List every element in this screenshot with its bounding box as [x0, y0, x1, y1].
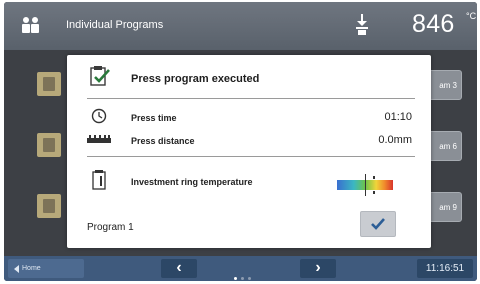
clock-icon: [91, 108, 107, 124]
press-distance-label: Press distance: [131, 136, 195, 146]
furnace-temperature: 846: [412, 10, 455, 38]
program-icon[interactable]: [37, 72, 61, 96]
divider: [87, 156, 415, 157]
back-arrow-icon: [14, 265, 19, 273]
checklist-check-icon: [90, 66, 110, 86]
users-icon[interactable]: [20, 16, 42, 34]
program-name: Program 1: [87, 222, 134, 233]
page-dot: [248, 277, 251, 280]
app-frame: Individual Programs 846 °C am 3 am 6 am …: [4, 2, 477, 281]
press-down-icon: [356, 14, 368, 35]
press-result-dialog: Press program executed Press time 01:10 …: [67, 55, 431, 248]
program-icon[interactable]: [37, 133, 61, 157]
home-button[interactable]: Home: [8, 259, 84, 278]
page-dot: [234, 277, 237, 280]
footer-bar: Home ‹ › 11:16:51: [4, 256, 477, 281]
page-dot: [241, 277, 244, 280]
page-indicator: [234, 267, 255, 281]
dialog-title: Press program executed: [131, 73, 260, 85]
header-bar: Individual Programs 846 °C: [4, 2, 477, 50]
next-page-button[interactable]: ›: [300, 259, 336, 278]
page-title: Individual Programs: [66, 19, 164, 31]
temperature-scale-icon: [337, 174, 393, 196]
program-icon[interactable]: [37, 194, 61, 218]
investment-ring-icon: [92, 170, 106, 190]
temperature-unit: °C: [466, 11, 477, 21]
previous-page-button[interactable]: ‹: [161, 259, 197, 278]
press-distance-value: 0.0mm: [378, 134, 412, 146]
divider: [87, 98, 415, 99]
press-time-label: Press time: [131, 113, 177, 123]
press-time-value: 01:10: [384, 111, 412, 123]
check-icon: [371, 218, 385, 230]
home-label: Home: [22, 265, 41, 272]
confirm-button[interactable]: [360, 211, 396, 237]
investment-ring-temperature-label: Investment ring temperature: [131, 177, 253, 187]
clock: 11:16:51: [417, 259, 473, 278]
ruler-icon: [87, 135, 111, 143]
